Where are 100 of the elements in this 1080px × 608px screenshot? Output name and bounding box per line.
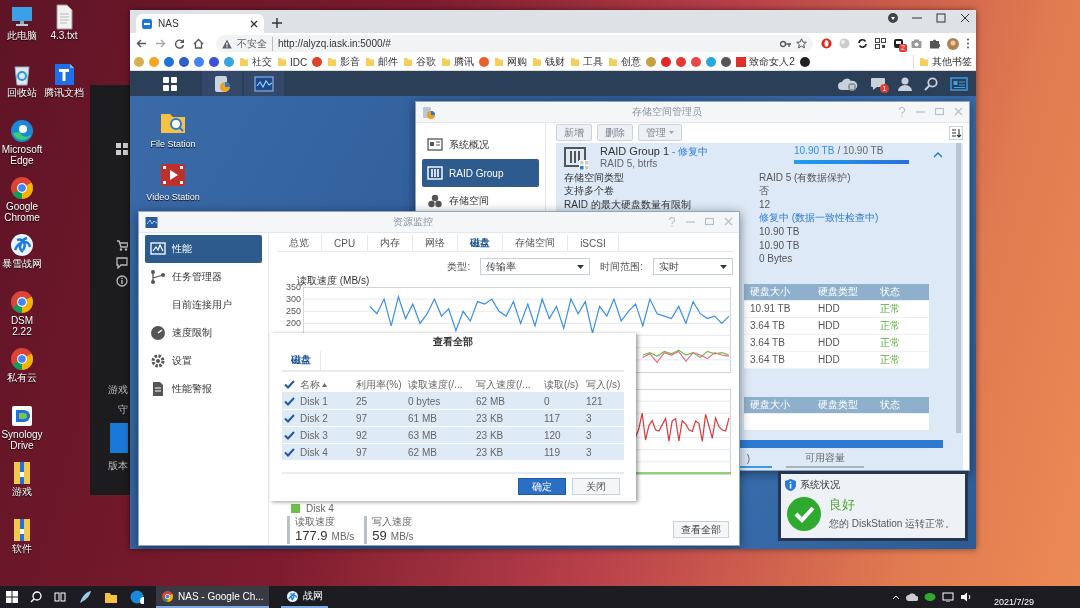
widget-icon[interactable] [950, 76, 968, 91]
monitor-app-icon[interactable] [254, 75, 274, 92]
new-tab-icon[interactable] [272, 18, 282, 28]
key-icon[interactable] [780, 39, 791, 48]
browser-icon[interactable] [9, 175, 35, 201]
menu-button[interactable]: 管理 [638, 124, 682, 141]
browser-icon[interactable] [9, 289, 35, 315]
tab[interactable]: 内存 [368, 235, 414, 251]
tab[interactable]: 总览 [277, 235, 322, 251]
bookmark-folder[interactable]: 腾讯 [441, 55, 475, 69]
checkbox[interactable] [284, 412, 295, 424]
column-header[interactable]: 读取(/s) [544, 377, 579, 392]
icon-label[interactable]: 4.3.txt [42, 30, 86, 41]
chat-icon[interactable] [923, 592, 936, 602]
chat-icon[interactable] [116, 257, 128, 269]
tab[interactable]: 存储空间 [503, 235, 569, 251]
sidebar-item[interactable]: 系统概况 [422, 131, 539, 159]
sidebar-item[interactable]: 速度限制 [145, 319, 262, 347]
cart-icon[interactable] [116, 239, 128, 251]
column-header[interactable]: 写入(/s) [586, 377, 621, 392]
icon-label[interactable]: Google Chrome [0, 201, 44, 223]
browser-tab[interactable]: NAS [136, 14, 264, 33]
qr-code-icon[interactable] [875, 38, 886, 49]
storage-app-icon[interactable] [213, 74, 231, 93]
collapse-icon[interactable] [933, 151, 943, 158]
column-header[interactable]: 名称 [300, 377, 320, 392]
task-view-icon[interactable] [54, 591, 66, 603]
bookmark-folder[interactable]: 钱财 [532, 55, 566, 69]
sidebar-item[interactable]: 目前连接用户 [145, 291, 262, 319]
media-icon[interactable] [888, 13, 898, 23]
tab[interactable]: 可用容量 [786, 450, 864, 468]
search-icon[interactable] [924, 76, 938, 91]
dropdown[interactable]: 实时 [653, 258, 733, 275]
column-header[interactable]: 利用率(%) [356, 377, 402, 392]
bookmark-link[interactable]: 致命女人2 [736, 55, 795, 69]
bookmark-star-icon[interactable] [796, 38, 807, 49]
sidebar-item[interactable]: 存储空间 [422, 187, 539, 215]
column-header[interactable]: 写入速度(/... [476, 377, 531, 392]
browser-icon[interactable] [9, 346, 35, 372]
column-header[interactable]: 读取速度(/... [408, 377, 463, 392]
icon-label[interactable]: 腾讯文档 [42, 87, 86, 98]
bookmark-folder[interactable]: 网购 [494, 55, 528, 69]
maximize-icon[interactable] [936, 13, 946, 23]
feather-icon[interactable] [78, 590, 92, 604]
sort-icon[interactable] [949, 125, 963, 140]
bookmark-folder[interactable]: 创意 [608, 55, 642, 69]
bookmark-folder[interactable]: 邮件 [365, 55, 399, 69]
bookmark-folder[interactable]: 影音 [327, 55, 361, 69]
sidebar-item[interactable]: 性能 [145, 235, 262, 263]
bookmark-folder[interactable]: 谷歌 [403, 55, 437, 69]
close-icon[interactable] [250, 19, 258, 28]
grid-icon[interactable] [163, 76, 177, 91]
checkbox[interactable] [284, 379, 295, 390]
swirl-icon[interactable] [9, 232, 35, 258]
tab[interactable]: 网络 [413, 235, 459, 251]
grid-icon[interactable] [116, 143, 128, 155]
sidebar-item[interactable]: 任务管理器 [145, 263, 262, 291]
more-icon[interactable] [966, 38, 970, 49]
sync-icon[interactable] [9, 403, 35, 429]
app-label[interactable]: Video Station [146, 192, 200, 202]
checkbox[interactable] [284, 429, 295, 441]
sidebar-item[interactable]: RAID Group [422, 159, 539, 187]
cloud-icon[interactable] [905, 592, 918, 602]
cloud-pause-icon[interactable] [838, 76, 858, 91]
bookmark-folder[interactable]: 其他书签 [913, 55, 972, 69]
volume-icon[interactable] [959, 592, 972, 602]
icon-label[interactable]: Microsoft Edge [0, 144, 44, 166]
folder-icon[interactable] [104, 590, 118, 604]
bookmark-icon[interactable] [209, 57, 219, 67]
icon-label[interactable]: 暴雪战网 [0, 258, 44, 269]
toolbar-button[interactable]: 新增 [556, 124, 592, 141]
browser-icon[interactable] [9, 118, 35, 144]
tab[interactable]: iSCSI [568, 235, 619, 251]
confirm-button[interactable]: 确定 [518, 478, 566, 495]
icon-label[interactable]: 回收站 [0, 87, 44, 98]
close-icon[interactable] [960, 13, 970, 23]
view-all-button[interactable]: 查看全部 [673, 521, 729, 538]
dropdown[interactable]: 传输率 [480, 258, 591, 275]
bookmark-folder[interactable]: 社交 [239, 55, 272, 69]
close-button[interactable]: 关闭 [572, 478, 620, 495]
bookmark-folder[interactable]: IDC [277, 56, 308, 68]
avatar-icon[interactable] [947, 37, 959, 50]
icon-label[interactable]: Synology Drive [0, 429, 44, 451]
bookmark-folder[interactable]: 工具 [570, 55, 604, 69]
scrollbar[interactable] [956, 143, 961, 433]
checkbox[interactable] [284, 395, 295, 407]
icon-label[interactable]: 此电脑 [0, 30, 44, 41]
bookmark-icon[interactable] [799, 57, 810, 67]
tab[interactable]: 磁盘 [282, 351, 321, 370]
back-icon[interactable] [136, 38, 147, 49]
info-icon[interactable] [116, 275, 128, 287]
search-icon[interactable] [30, 591, 42, 603]
sync-icon[interactable] [857, 38, 868, 49]
toolbar-button[interactable]: 删除 [597, 124, 633, 141]
checkbox[interactable] [284, 446, 295, 458]
taskbar-button[interactable]: NAS - Google Ch... [156, 586, 269, 608]
film-icon[interactable] [159, 161, 187, 189]
sidebar-item[interactable]: 设置 [145, 347, 262, 375]
reload-icon[interactable] [174, 38, 185, 49]
chat-icon[interactable] [870, 76, 886, 91]
